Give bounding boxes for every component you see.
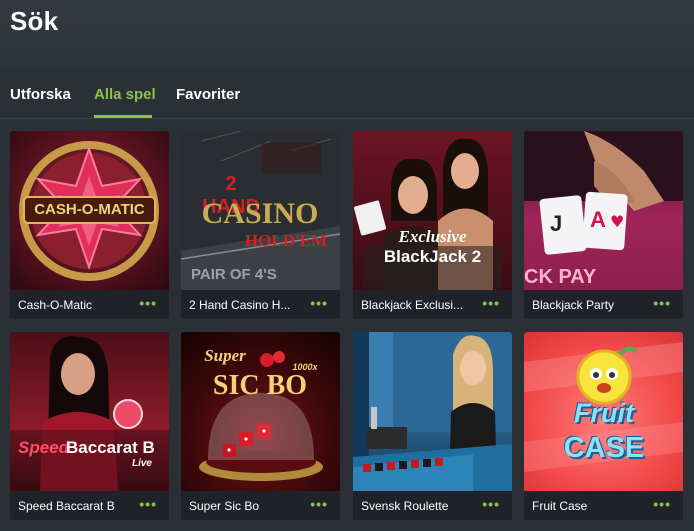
game-thumbnail: PAIR OF 4'S 2 HAND CASINO HOLD'EM bbox=[181, 131, 340, 290]
game-title: Super Sic Bo bbox=[189, 499, 260, 513]
game-card-svensk-roulette[interactable]: Svensk Roulette ••• bbox=[353, 332, 512, 520]
card-footer: Cash-O-Matic ••• bbox=[10, 290, 169, 319]
exclusive-logo-text: Exclusive bbox=[398, 227, 467, 246]
game-card-cash-o-matic[interactable]: CASH-O-MATIC Cash-O-Matic ••• bbox=[10, 131, 169, 319]
logo-holdem: HOLD'EM bbox=[244, 231, 328, 250]
tab-utforska[interactable]: Utforska bbox=[10, 86, 71, 103]
game-title: 2 Hand Casino H... bbox=[189, 298, 291, 312]
game-title: Blackjack Party bbox=[532, 298, 615, 312]
game-card-2-hand-casino-holdem[interactable]: PAIR OF 4'S 2 HAND CASINO HOLD'EM 2 Hand… bbox=[181, 131, 340, 319]
game-title: Blackjack Exclusi... bbox=[361, 298, 464, 312]
logo-casino: CASINO bbox=[201, 197, 319, 230]
card-footer: Speed Baccarat B ••• bbox=[10, 491, 169, 520]
game-title: Cash-O-Matic bbox=[18, 298, 93, 312]
game-thumbnail: CASH-O-MATIC bbox=[10, 131, 169, 290]
more-dots-icon[interactable]: ••• bbox=[482, 295, 500, 311]
card-footer: Blackjack Exclusi... ••• bbox=[353, 290, 512, 319]
svg-text:J: J bbox=[550, 211, 562, 236]
game-title: Speed Baccarat B bbox=[18, 499, 115, 513]
game-title: Svensk Roulette bbox=[361, 499, 449, 513]
svg-text:PAIR OF 4'S: PAIR OF 4'S bbox=[191, 266, 277, 283]
cash-o-matic-logo-text: CASH-O-MATIC bbox=[34, 201, 145, 218]
game-card-fruit-case[interactable]: Fruit CASE Fruit Case ••• bbox=[524, 332, 683, 520]
case-logo-text: CASE bbox=[563, 432, 645, 464]
game-card-super-sic-bo[interactable]: Super SIC BO 1000x Super Sic Bo ••• bbox=[181, 332, 340, 520]
more-dots-icon[interactable]: ••• bbox=[139, 496, 157, 512]
game-thumbnail: J A ♥ CK PAY bbox=[524, 131, 683, 290]
game-thumbnail: Fruit CASE bbox=[524, 332, 683, 491]
header: Sök bbox=[0, 0, 694, 70]
cards-hand-art: J A ♥ CK PAY bbox=[524, 131, 683, 288]
game-thumbnail: Super SIC BO 1000x bbox=[181, 332, 340, 491]
game-thumbnail bbox=[353, 332, 512, 491]
game-title: Fruit Case bbox=[532, 499, 588, 513]
tab-alla-spel[interactable]: Alla spel bbox=[94, 86, 156, 103]
more-dots-icon[interactable]: ••• bbox=[310, 295, 328, 311]
active-tab-indicator bbox=[94, 115, 152, 118]
svg-text:A: A bbox=[590, 207, 606, 232]
svg-text:♥: ♥ bbox=[610, 212, 624, 231]
blackjack-2-logo-text: BlackJack 2 bbox=[383, 247, 482, 266]
game-thumbnail: Speed Baccarat B Live bbox=[10, 332, 169, 491]
card-footer: Blackjack Party ••• bbox=[524, 290, 683, 319]
more-dots-icon[interactable]: ••• bbox=[482, 496, 500, 512]
more-dots-icon[interactable]: ••• bbox=[653, 496, 671, 512]
baccarat-b-logo-text: Baccarat B bbox=[66, 438, 155, 457]
card-footer: 2 Hand Casino H... ••• bbox=[181, 290, 340, 319]
card-footer: Svensk Roulette ••• bbox=[353, 491, 512, 520]
tab-bar: Utforska Alla spel Favoriter bbox=[0, 70, 694, 119]
sic-bo-logo-text: SIC BO bbox=[212, 370, 308, 401]
more-dots-icon[interactable]: ••• bbox=[310, 496, 328, 512]
card-footer: Super Sic Bo ••• bbox=[181, 491, 340, 520]
game-card-blackjack-exclusive[interactable]: Exclusive BlackJack 2 Blackjack Exclusi.… bbox=[353, 131, 512, 319]
roulette-dealer-art bbox=[353, 332, 512, 491]
1000x-logo-text: 1000x bbox=[292, 362, 318, 372]
game-card-blackjack-party[interactable]: J A ♥ CK PAY Blackjack Party ••• bbox=[524, 131, 683, 319]
card-footer: Fruit Case ••• bbox=[524, 491, 683, 520]
more-dots-icon[interactable]: ••• bbox=[653, 295, 671, 311]
svg-text:CK PAY: CK PAY bbox=[524, 266, 597, 288]
live-logo-text: Live bbox=[131, 458, 152, 469]
game-grid: CASH-O-MATIC Cash-O-Matic ••• PAIR OF 4'… bbox=[0, 131, 694, 531]
page-title: Sök bbox=[10, 6, 59, 36]
more-dots-icon[interactable]: ••• bbox=[139, 295, 157, 311]
tab-favoriter[interactable]: Favoriter bbox=[176, 86, 240, 103]
super-logo-text: Super bbox=[204, 346, 246, 365]
speed-logo-text: Speed bbox=[18, 438, 70, 457]
game-card-speed-baccarat-b[interactable]: Speed Baccarat B Live Speed Baccarat B •… bbox=[10, 332, 169, 520]
game-thumbnail: Exclusive BlackJack 2 bbox=[353, 131, 512, 290]
fruit-logo-text: Fruit bbox=[574, 398, 634, 428]
